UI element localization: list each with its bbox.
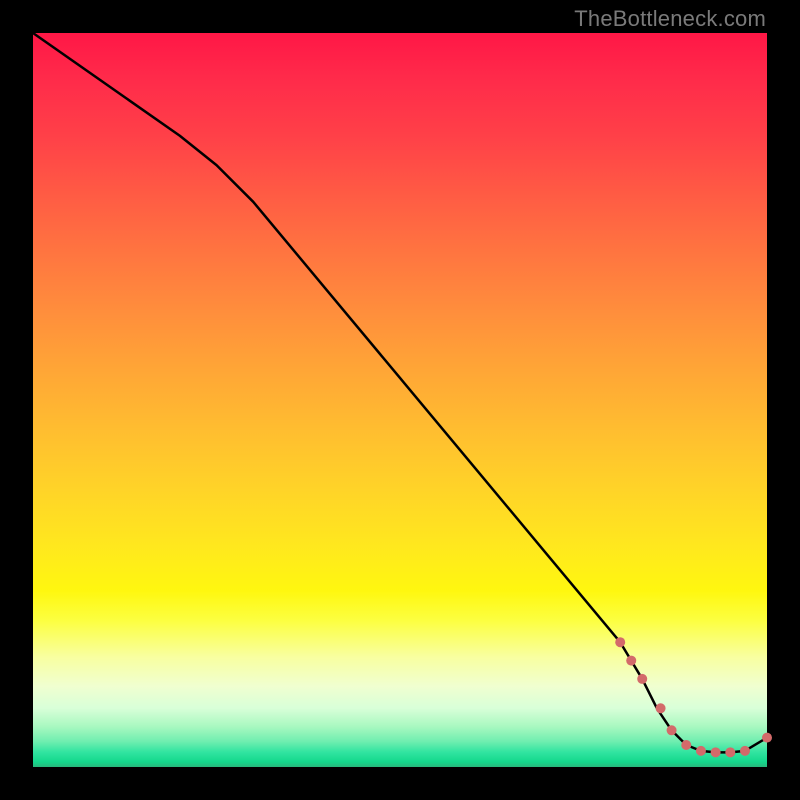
marker-point [656,703,666,713]
tail-markers [615,637,772,757]
bottleneck-curve [33,33,767,752]
chart-svg [33,33,767,767]
marker-point [740,746,750,756]
watermark-text: TheBottleneck.com [574,6,766,32]
marker-point [696,746,706,756]
marker-point [615,637,625,647]
marker-point [626,656,636,666]
marker-point [725,747,735,757]
marker-point [637,674,647,684]
plot-area [33,33,767,767]
marker-point [681,740,691,750]
chart-frame: TheBottleneck.com [0,0,800,800]
marker-point [762,733,772,743]
marker-point [711,747,721,757]
marker-point [667,725,677,735]
